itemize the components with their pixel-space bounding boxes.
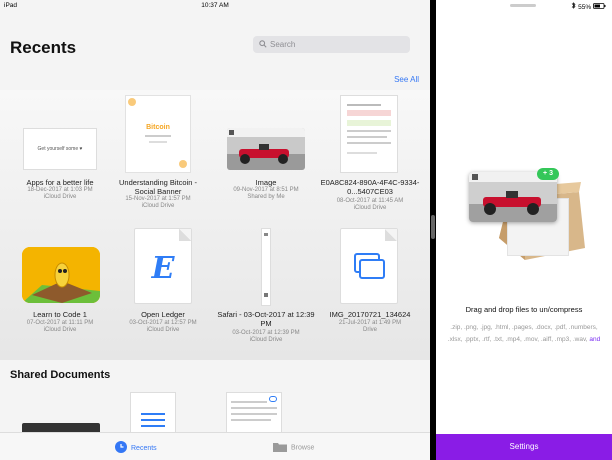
item-date: 07-Oct-2017 at 11:11 PM bbox=[26, 320, 94, 326]
item-name: Learn to Code 1 bbox=[33, 310, 87, 319]
page-title: Recents bbox=[10, 38, 77, 57]
drop-zone-illustration[interactable]: + 3 bbox=[469, 168, 589, 268]
file-count-badge: + 3 bbox=[537, 168, 559, 180]
bluetooth-icon bbox=[572, 2, 576, 9]
formats-and-link[interactable]: and bbox=[589, 336, 600, 343]
recent-item-apps[interactable]: Get yourself some ♥ Apps for a better li… bbox=[10, 95, 110, 205]
search-input[interactable]: Search bbox=[253, 36, 410, 53]
item-date: 21-Jul-2017 at 1:49 PM bbox=[338, 320, 402, 326]
item-location: iCloud Drive bbox=[146, 327, 180, 333]
document-thumbnail: Get yourself some ♥ bbox=[23, 128, 97, 170]
status-bar: iPad 10:37 AM bbox=[0, 0, 430, 12]
supported-formats: .zip, .png, .jpg, .html, .pages, .docx, … bbox=[443, 322, 605, 346]
item-date: 08-Oct-2017 at 11:45 AM bbox=[336, 198, 404, 204]
race-car-image bbox=[227, 128, 305, 170]
tab-browse[interactable]: Browse bbox=[273, 441, 314, 454]
item-date: 09-Nov-2017 at 8:51 PM bbox=[233, 187, 299, 193]
settings-button[interactable]: Settings bbox=[436, 434, 612, 460]
thumbnail-text: Bitcoin bbox=[146, 124, 170, 131]
playground-thumbnail bbox=[22, 247, 100, 303]
battery-percent: 55% bbox=[578, 4, 592, 11]
tab-recents-label: Recents bbox=[131, 444, 157, 452]
document-thumbnail: Bitcoin bbox=[125, 95, 191, 173]
item-location: Shared by Me bbox=[247, 194, 285, 200]
screenshot-thumbnail bbox=[261, 228, 271, 306]
item-name: Image bbox=[255, 178, 277, 187]
playground-icon bbox=[22, 247, 100, 303]
recent-item-img[interactable]: IMG_20170721_134624 21-Jul-2017 at 1:49 … bbox=[320, 228, 420, 343]
item-date: 03-Oct-2017 at 12:39 PM bbox=[232, 330, 300, 336]
thumbnail-text: Get yourself some ♥ bbox=[37, 146, 83, 152]
recent-item-image[interactable]: Image 09-Nov-2017 at 8:51 PM Shared by M… bbox=[216, 95, 316, 210]
recent-item-safari[interactable]: Safari - 03-Oct-2017 at 12:39 PM 03-Oct-… bbox=[216, 228, 316, 353]
formats-list: .zip, .png, .jpg, .html, .pages, .docx, … bbox=[447, 324, 598, 343]
item-name: Safari - 03-Oct-2017 at 12:39 PM bbox=[217, 310, 315, 328]
drop-instructions: Drag and drop files to un/compress bbox=[465, 305, 583, 314]
item-location: iCloud Drive bbox=[43, 194, 77, 200]
item-location: iCloud Drive bbox=[353, 205, 387, 211]
document-thumbnail bbox=[340, 95, 398, 173]
tab-bar: Recents Browse bbox=[0, 432, 430, 460]
e-letter-icon: E bbox=[151, 251, 175, 286]
item-location: iCloud Drive bbox=[249, 337, 283, 343]
see-all-link[interactable]: See All bbox=[394, 75, 419, 84]
gallery-icon bbox=[354, 253, 385, 279]
item-location: iCloud Drive bbox=[43, 327, 77, 333]
item-date: 03-Oct-2017 at 12:57 PM bbox=[129, 320, 197, 326]
tab-recents[interactable]: Recents bbox=[115, 441, 157, 455]
item-date: 18-Dec-2017 at 1:03 PM bbox=[27, 187, 93, 193]
document-thumbnail bbox=[340, 228, 398, 304]
compress-app-pane: 55% + 3 Drag and drop files to un/compre… bbox=[436, 0, 612, 460]
recent-item-pdf[interactable]: E0A8C824-890A-4F4C-9334-0...5407CE03 08-… bbox=[320, 95, 420, 220]
files-app-pane: iPad 10:37 AM Recents Search See All Get… bbox=[0, 0, 430, 460]
image-thumbnail bbox=[227, 128, 305, 170]
shared-document-thumbnail[interactable] bbox=[130, 392, 176, 436]
folder-icon bbox=[273, 441, 287, 454]
tab-browse-label: Browse bbox=[291, 444, 315, 452]
item-location: Drive bbox=[362, 327, 377, 333]
recent-item-playground[interactable]: Learn to Code 1 07-Oct-2017 at 11:11 PM … bbox=[10, 228, 110, 343]
item-date: 15-Nov-2017 at 1:57 PM bbox=[125, 196, 191, 202]
item-name: E0A8C824-890A-4F4C-9334-0...5407CE03 bbox=[320, 178, 420, 196]
status-time: 10:37 AM bbox=[201, 2, 229, 9]
shared-document-thumbnail[interactable] bbox=[226, 392, 282, 436]
shared-documents-heading: Shared Documents bbox=[10, 369, 111, 381]
search-placeholder: Search bbox=[270, 40, 296, 49]
split-view-handle[interactable] bbox=[431, 215, 435, 239]
item-name: Apps for a better life bbox=[26, 178, 94, 187]
item-name: IMG_20170721_134624 bbox=[329, 310, 411, 319]
clock-icon bbox=[115, 441, 127, 455]
item-location: iCloud Drive bbox=[141, 203, 175, 209]
battery-icon bbox=[593, 3, 606, 9]
search-icon bbox=[259, 40, 267, 48]
document-thumbnail: E bbox=[134, 228, 192, 304]
recent-item-open-ledger[interactable]: E Open Ledger 03-Oct-2017 at 12:57 PM iC… bbox=[113, 228, 213, 343]
pane-grab-handle[interactable] bbox=[510, 4, 536, 7]
item-name: Understanding Bitcoin - Social Banner bbox=[119, 178, 197, 196]
recent-item-bitcoin[interactable]: Bitcoin Understanding Bitcoin - Social B… bbox=[108, 95, 208, 220]
item-name: Open Ledger bbox=[141, 310, 185, 319]
